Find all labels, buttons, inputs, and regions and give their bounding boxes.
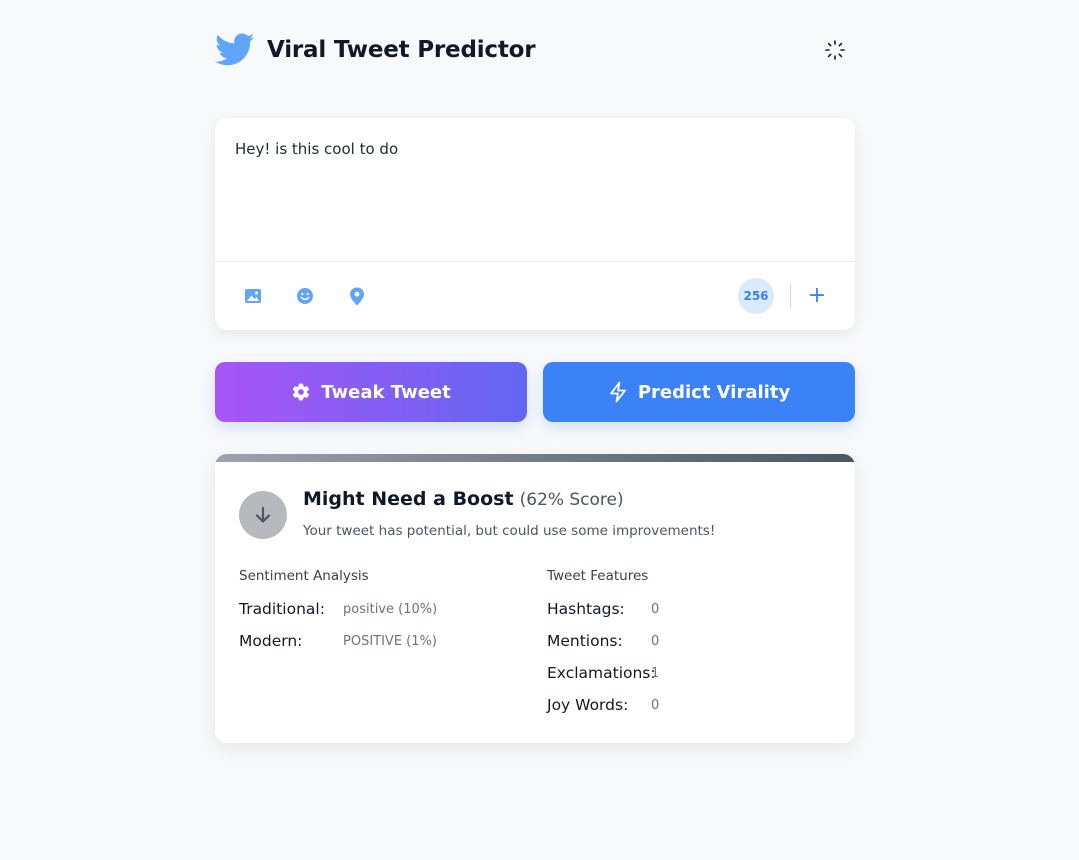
location-pin-icon[interactable] [346,285,368,307]
tweak-tweet-label: Tweak Tweet [321,381,451,403]
feature-exclamations-value: 1 [651,666,660,681]
tweet-composer: 256 + [215,118,855,330]
result-subtitle: Your tweet has potential, but could use … [303,523,716,539]
emoji-icon[interactable] [294,285,316,307]
feature-joy-words-value: 0 [651,698,660,713]
composer-divider [215,261,855,262]
image-icon[interactable] [242,285,264,307]
sentiment-traditional-label: Traditional: [239,600,325,618]
sentiment-modern-value: POSITIVE (1%) [343,634,437,649]
lightning-icon [608,381,628,403]
sentiment-analysis-heading: Sentiment Analysis [239,568,369,584]
app-header: Viral Tweet Predictor [215,30,855,70]
predict-virality-button[interactable]: Predict Virality [543,362,855,422]
feature-mentions-value: 0 [651,634,660,649]
feature-hashtags-label: Hashtags: [547,600,625,618]
tweet-input[interactable] [235,138,835,248]
result-title: Might Need a Boost (62% Score) [303,488,624,510]
result-card: Might Need a Boost (62% Score) Your tweet… [215,454,855,743]
predict-virality-label: Predict Virality [637,381,791,403]
tweet-features-heading: Tweet Features [547,568,649,584]
loading-spinner-icon[interactable] [823,38,847,62]
result-score: (62% Score) [519,490,624,510]
app-title: Viral Tweet Predictor [267,37,536,63]
result-score-bar [215,454,855,462]
toolbar-divider [790,284,791,308]
arrow-down-icon [239,491,287,539]
feature-exclamations-label: Exclamations: [547,664,656,682]
sentiment-modern-label: Modern: [239,632,303,650]
result-title-text: Might Need a Boost [303,488,514,510]
sentiment-traditional-value: positive (10%) [343,602,438,617]
character-count-badge: 256 [738,278,774,314]
feature-joy-words-label: Joy Words: [547,696,629,714]
twitter-bird-icon [215,32,255,68]
feature-hashtags-value: 0 [651,602,660,617]
tweak-tweet-button[interactable]: Tweak Tweet [215,362,527,422]
add-tweet-button[interactable]: + [806,284,828,308]
gear-icon [291,382,311,402]
feature-mentions-label: Mentions: [547,632,623,650]
